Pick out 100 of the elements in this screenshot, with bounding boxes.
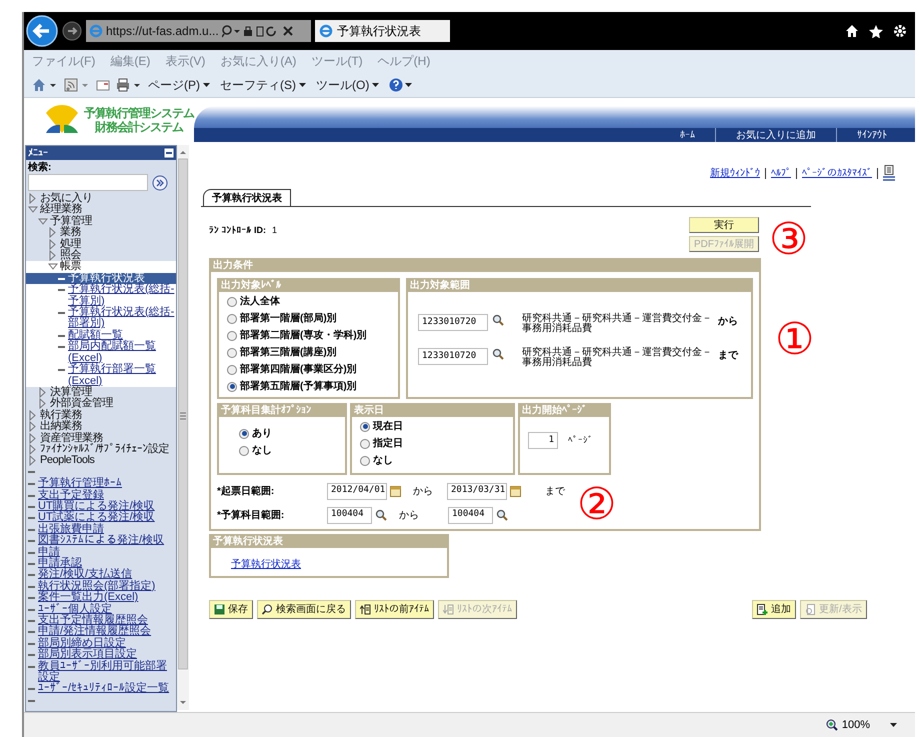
menu-link[interactable]: 申請/発注情報履歴照会 — [26, 626, 176, 638]
radio-button[interactable] — [360, 456, 370, 466]
menu-link[interactable]: ﾕｰｻﾞｰ/ｾｷｭﾘﾃｨﾛｰﾙ設定一覧 — [26, 683, 176, 695]
menu-folder[interactable]: 資産管理業務 — [40, 432, 103, 444]
menu-folder[interactable]: 処理 — [60, 238, 81, 250]
menu-link[interactable]: UT試薬による発注/検収 — [26, 512, 176, 524]
group-title: 予算科目集計ｵﾌﾟｼｮﾝ — [219, 405, 345, 417]
toolbar-button[interactable]: ﾘｽﾄの前ｱｲﾃﾑ — [355, 600, 434, 619]
menu-folder[interactable]: 業務 — [60, 227, 81, 239]
menu-link[interactable]: ﾕｰｻﾞｰ個人設定 — [26, 604, 176, 616]
menu-link[interactable]: 案件一覧出力(Excel) — [26, 592, 176, 604]
search-icon — [492, 314, 504, 326]
menu-folder[interactable]: 予算管理 — [50, 216, 92, 228]
menu-folder[interactable]: ﾌｧｲﾅﾝｼｬﾙｽﾞ/ｻﾌﾟﾗｲﾁｪｰﾝ設定 — [40, 444, 170, 456]
calendar-icon — [510, 485, 521, 497]
field-label: ﾗﾝ ｺﾝﾄﾛｰﾙ ID: — [209, 224, 266, 237]
save-icon — [214, 604, 225, 615]
address-bar[interactable]: https://ut-fas.adm.u... — [86, 20, 311, 42]
radio-label: なし — [373, 454, 393, 468]
down-arrow-list-icon — [443, 604, 454, 615]
page-link[interactable]: ﾍﾙﾌﾟ — [771, 166, 791, 180]
menu-link[interactable]: 申請 — [26, 546, 176, 558]
close-icon — [282, 26, 293, 36]
date-field[interactable]: 2013/03/31 — [447, 482, 507, 500]
search-field[interactable] — [28, 174, 148, 191]
radio-label: あり — [252, 427, 272, 441]
command-menu[interactable]: セーフティ(S) — [220, 76, 306, 94]
radio-button[interactable] — [227, 330, 237, 340]
radio-button[interactable] — [360, 438, 370, 448]
radio-button[interactable] — [239, 446, 249, 456]
group-title: 出力条件 — [211, 260, 759, 272]
search-icon — [262, 604, 273, 615]
zoom-level[interactable]: 100% — [842, 716, 870, 734]
page-field[interactable]: 1 — [528, 432, 558, 449]
search-icon — [496, 509, 508, 521]
page-link[interactable]: ﾍﾟｰｼﾞのｶｽﾀﾏｲｽﾞ — [802, 166, 872, 180]
help-icon — [389, 78, 414, 92]
menu-folder[interactable]: 出納業務 — [40, 421, 82, 433]
menu-link[interactable]: 申請承認 — [26, 558, 176, 570]
menu-folder[interactable]: PeopleTools — [40, 455, 94, 467]
page-tab[interactable]: 予算執行状況表 — [203, 189, 291, 206]
menu-link[interactable]: 発注/検収/支払送信 — [26, 569, 176, 581]
menu-link[interactable]: 支出予定情報履歴照会 — [26, 615, 176, 626]
menu-folder[interactable]: お気に入り — [40, 193, 92, 204]
menu-link[interactable]: 予算執行状況表(総括-部署別) — [26, 307, 176, 330]
toolbar-button[interactable]: 追加 — [752, 600, 796, 619]
radio-button[interactable] — [227, 382, 237, 392]
connector-text: から — [413, 484, 434, 498]
toolbar-button[interactable]: 保存 — [209, 600, 253, 619]
code-field[interactable]: 100404 — [448, 506, 493, 524]
menu-link[interactable]: 支出予定登録 — [26, 490, 176, 501]
add-document-icon — [757, 604, 768, 615]
report-link[interactable]: 予算執行状況表 — [231, 557, 301, 572]
radio-label: なし — [252, 444, 272, 458]
menu-link[interactable]: 執行状況照会(部署指定) — [26, 580, 176, 592]
page-link[interactable]: 新規ｳｨﾝﾄﾞｳ — [710, 166, 760, 180]
browser-tab[interactable]: 予算執行状況表 — [315, 20, 450, 42]
date-field[interactable]: 2012/04/01 — [327, 482, 387, 500]
radio-button[interactable] — [227, 296, 237, 306]
toolbar-button[interactable]: 検索画面に戻る — [257, 600, 351, 619]
menu-folder[interactable]: 経理業務 — [40, 204, 82, 216]
radio-button[interactable] — [227, 314, 237, 324]
radio-label: 部署第二階層(専攻・学科)別 — [240, 328, 367, 343]
group-title: 出力対象範囲 — [408, 280, 751, 292]
search-label: 検索: — [26, 161, 52, 174]
annotation-number: ② — [577, 483, 616, 527]
menu-folder[interactable]: 執行業務 — [40, 410, 82, 422]
menu-link[interactable]: 予算執行管理ﾎｰﾑ — [26, 478, 176, 490]
up-arrow-list-icon — [360, 604, 371, 615]
radio-button[interactable] — [239, 428, 249, 438]
description-text: 研究科共通－研究科共通－運営費交付金－事務用消耗品費 — [522, 314, 712, 334]
caret-icon — [203, 82, 210, 86]
range-field[interactable]: 1233010720 — [418, 348, 488, 365]
command-menu[interactable]: ページ(P) — [148, 76, 210, 94]
menu-link[interactable]: 予算執行部署一覧(Excel) — [26, 364, 176, 387]
menu-folder[interactable]: 帳票 — [60, 261, 81, 273]
group-title: 出力開始ﾍﾟｰｼﾞ — [520, 405, 609, 417]
home-icon — [845, 24, 859, 38]
field-value: 1 — [272, 224, 278, 237]
connector-text: から — [399, 508, 420, 522]
radio-button[interactable] — [360, 422, 370, 432]
run-button[interactable]: 実行 — [689, 217, 759, 233]
dash-icon — [28, 700, 35, 702]
menu-link[interactable]: 図書ｼｽﾃﾑによる発注/検収 — [26, 535, 176, 547]
range-field[interactable]: 1233010720 — [418, 314, 488, 331]
radio-button[interactable] — [227, 364, 237, 374]
menu-link[interactable]: 部局別表示項目設定 — [26, 649, 176, 661]
command-menu[interactable]: ツール(O) — [316, 76, 380, 94]
menu-folder[interactable]: 照会 — [60, 250, 81, 262]
group-title: 出力対象ﾚﾍﾞﾙ — [219, 280, 398, 292]
radio-label: 部署第三階層(講座)別 — [240, 345, 337, 360]
menu-link[interactable]: 出張旅費申請 — [26, 524, 176, 536]
menu-folder[interactable]: 外部資金管理 — [50, 398, 113, 410]
menu-link[interactable]: UT購買による発注/検収 — [26, 500, 176, 512]
annotation-number: ③ — [769, 218, 808, 262]
radio-label: 部署第四階層(事業区分)別 — [240, 362, 357, 377]
code-field[interactable]: 100404 — [327, 506, 372, 524]
menu-link[interactable]: 予算執行状況表(総括-予算別) — [26, 284, 176, 308]
radio-button[interactable] — [227, 348, 237, 358]
header-link[interactable]: ﾎｰﾑ — [660, 128, 715, 142]
